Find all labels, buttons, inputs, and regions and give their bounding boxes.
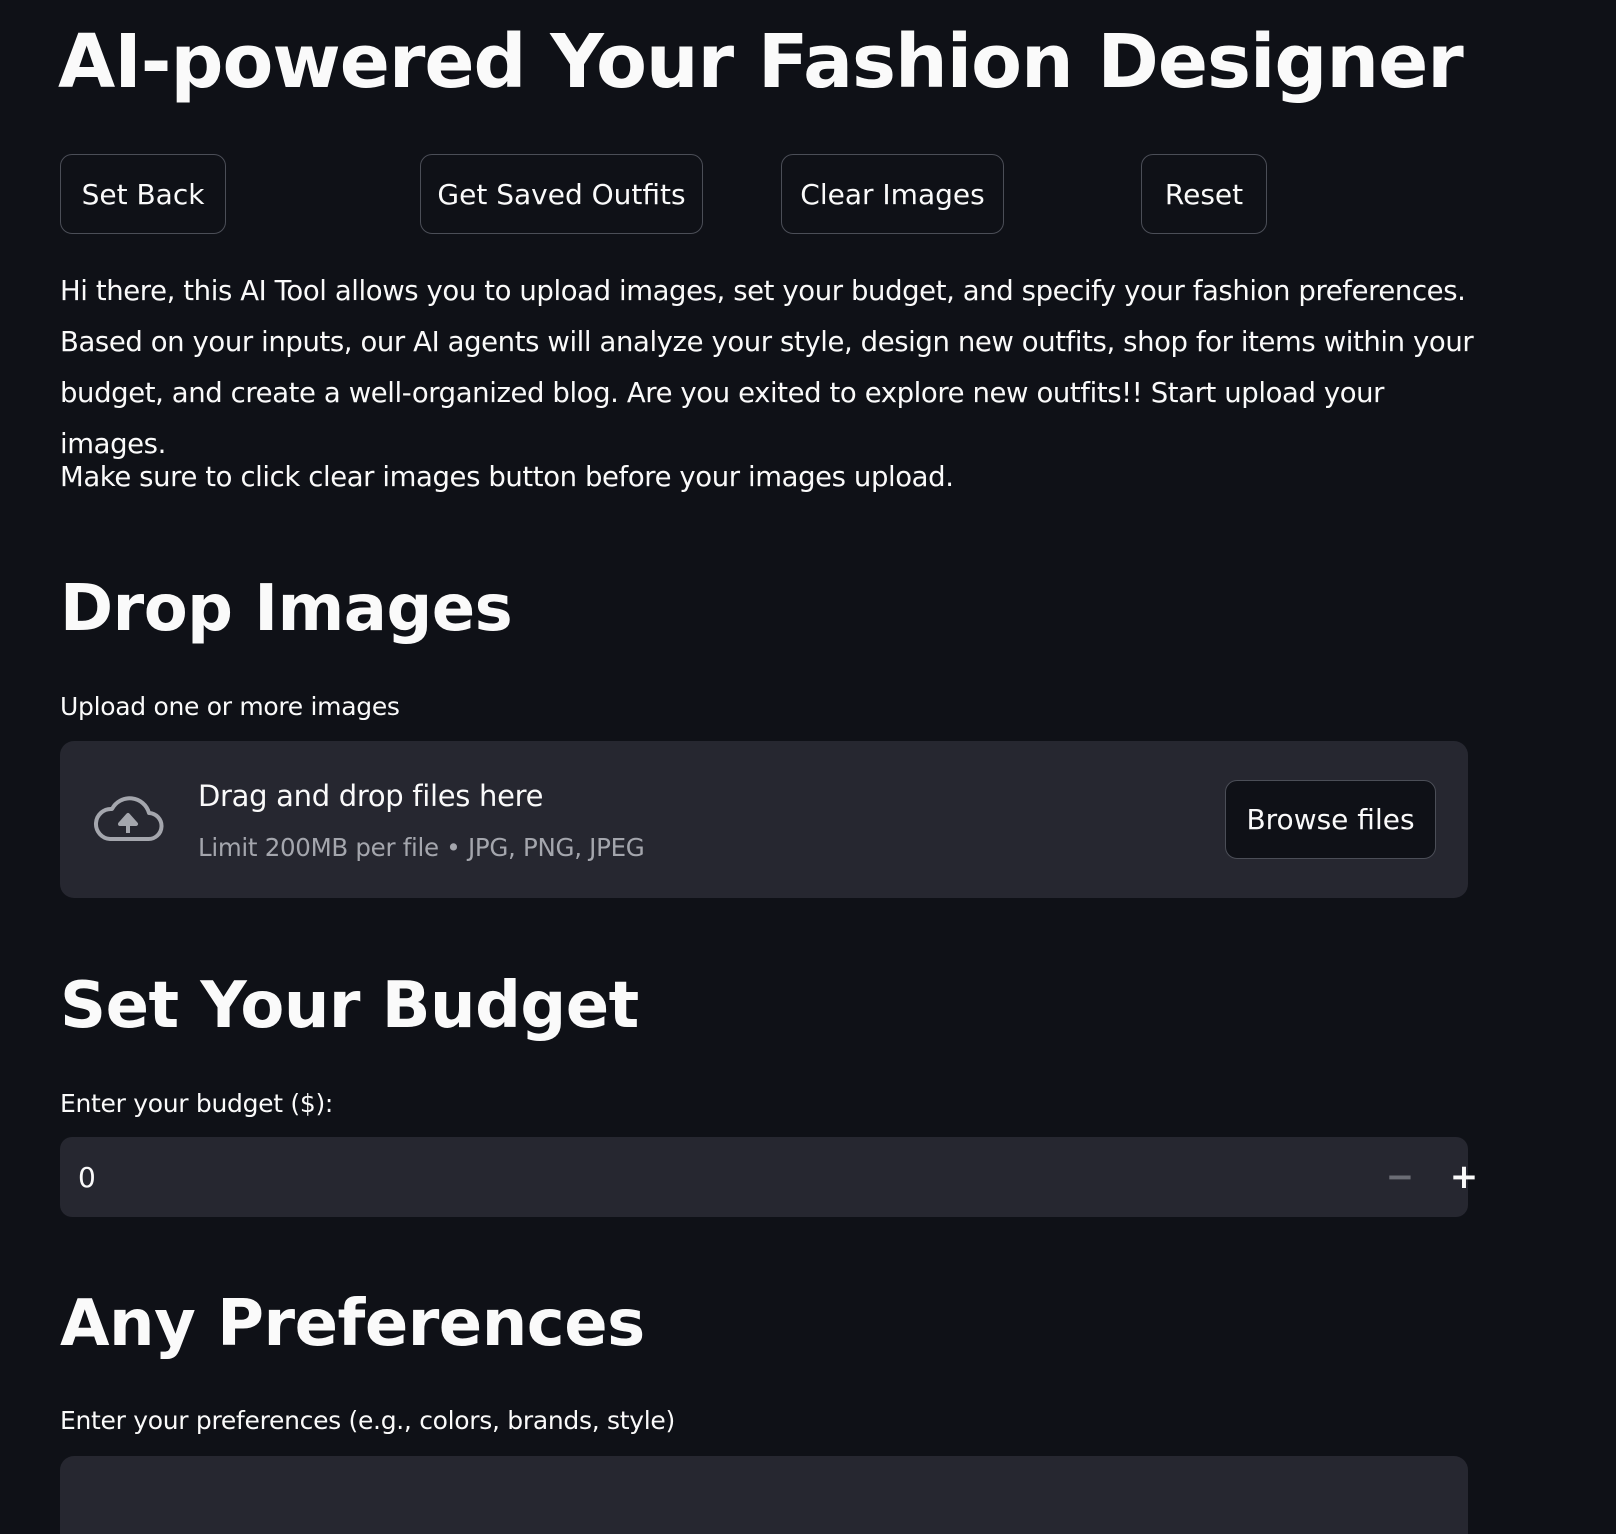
browse-files-button[interactable]: Browse files bbox=[1225, 780, 1436, 859]
page-title: AI-powered Your Fashion Designer bbox=[58, 19, 1464, 105]
budget-increment-button[interactable]: + bbox=[1436, 1147, 1492, 1207]
drop-images-heading: Drop Images bbox=[60, 572, 513, 646]
upload-note: Make sure to click clear images button b… bbox=[60, 461, 954, 493]
budget-label: Enter your budget ($): bbox=[60, 1089, 334, 1118]
upload-label: Upload one or more images bbox=[60, 692, 400, 721]
budget-number-input: − + bbox=[60, 1137, 1478, 1217]
reset-button[interactable]: Reset bbox=[1141, 154, 1267, 234]
preferences-label: Enter your preferences (e.g., colors, br… bbox=[60, 1406, 675, 1435]
intro-paragraph: Hi there, this AI Tool allows you to upl… bbox=[60, 275, 1474, 460]
dropzone-file-limit: Limit 200MB per file • JPG, PNG, JPEG bbox=[198, 833, 645, 862]
cloud-upload-icon bbox=[93, 796, 164, 842]
app-page: AI-powered Your Fashion Designer Set Bac… bbox=[0, 0, 1616, 1534]
preferences-textarea[interactable] bbox=[60, 1456, 1468, 1534]
set-back-button[interactable]: Set Back bbox=[60, 154, 226, 234]
file-dropzone[interactable]: Drag and drop files here Limit 200MB per… bbox=[60, 741, 1468, 898]
clear-images-button[interactable]: Clear Images bbox=[781, 154, 1004, 234]
budget-heading: Set Your Budget bbox=[60, 969, 639, 1043]
budget-input[interactable] bbox=[60, 1137, 1340, 1217]
get-saved-outfits-button[interactable]: Get Saved Outfits bbox=[420, 154, 703, 234]
preferences-heading: Any Preferences bbox=[60, 1287, 645, 1361]
budget-decrement-button[interactable]: − bbox=[1372, 1147, 1428, 1207]
dropzone-instructions: Drag and drop files here bbox=[198, 779, 544, 813]
